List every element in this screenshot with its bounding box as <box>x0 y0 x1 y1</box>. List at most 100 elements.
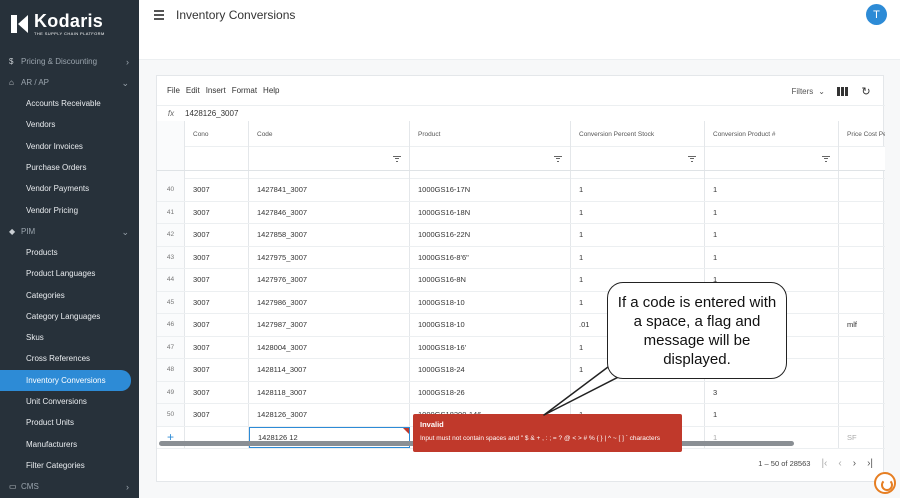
percent-cell[interactable]: 1 <box>571 179 705 201</box>
column-header-conversion-percent-stock[interactable]: Conversion Percent Stock <box>571 121 705 147</box>
filter-icon[interactable] <box>822 155 830 162</box>
conversion-cell[interactable]: 1 <box>705 224 839 246</box>
code-cell[interactable]: 1428126_3007 <box>249 404 410 426</box>
cono-cell[interactable]: 3007 <box>185 314 249 336</box>
conversion-cell[interactable]: 1 <box>705 404 839 426</box>
conversion-cell[interactable]: 1 <box>705 201 839 223</box>
menu-format[interactable]: Format <box>232 86 257 95</box>
column-header-price-cost-per[interactable]: Price Cost Per <box>839 121 885 147</box>
cono-cell[interactable]: 3007 <box>185 381 249 403</box>
column-header-code[interactable]: Code <box>249 121 410 147</box>
sidebar-item-filter-categories[interactable]: Filter Categories <box>0 455 139 476</box>
sidebar-item-inventory-conversions[interactable]: Inventory Conversions <box>0 369 131 391</box>
sidebar-item-purchase-orders[interactable]: Purchase Orders <box>0 157 139 178</box>
column-header-product[interactable]: Product <box>410 121 571 147</box>
sidebar-item-product-languages[interactable]: Product Languages <box>0 263 139 284</box>
percent-cell[interactable]: 1 <box>571 201 705 223</box>
cono-cell[interactable]: 3007 <box>185 359 249 381</box>
menu-file[interactable]: File <box>167 86 180 95</box>
product-cell[interactable]: 1000GS18-16' <box>410 336 571 358</box>
columns-icon[interactable] <box>835 84 849 98</box>
sidebar-item-vendor-invoices[interactable]: Vendor Invoices <box>0 136 139 157</box>
sidebar-item-products[interactable]: Products <box>0 242 139 263</box>
price-cell[interactable] <box>839 202 885 224</box>
table-row[interactable]: 43 3007 1427975_3007 1000GS16-8'6" 1 1 <box>157 246 885 269</box>
cono-cell[interactable]: 3007 <box>185 269 249 291</box>
code-cell[interactable]: 1427841_3007 <box>249 179 410 201</box>
conversion-cell[interactable]: 3 <box>705 381 839 403</box>
chat-icon[interactable] <box>874 472 896 494</box>
cono-cell[interactable]: 3007 <box>185 246 249 268</box>
sidebar-item-category-languages[interactable]: Category Languages <box>0 306 139 327</box>
code-cell[interactable]: 1428004_3007 <box>249 336 410 358</box>
price-cell[interactable] <box>839 247 885 269</box>
menu-help[interactable]: Help <box>263 86 279 95</box>
conversion-cell[interactable]: 1 <box>705 246 839 268</box>
next-page-icon[interactable]: › <box>853 458 856 469</box>
code-cell[interactable]: 1427986_3007 <box>249 291 410 313</box>
percent-cell[interactable]: 1 <box>571 246 705 268</box>
code-cell[interactable]: 1428118_3007 <box>249 381 410 403</box>
filter-icon[interactable] <box>554 155 562 162</box>
menu-insert[interactable]: Insert <box>206 86 226 95</box>
kodaris-logo[interactable]: Kodaris THE SUPPLY CHAIN PLATFORM <box>9 12 105 36</box>
sidebar-group-ar-ap[interactable]: ⌂ AR / AP ⌄ <box>0 72 139 93</box>
sidebar-item-unit-conversions[interactable]: Unit Conversions <box>0 391 139 412</box>
code-cell[interactable]: 1427846_3007 <box>249 201 410 223</box>
sidebar-group-pim[interactable]: ◆ PIM ⌄ <box>0 221 139 242</box>
filters-dropdown[interactable]: Filters ⌄ <box>792 87 825 96</box>
cono-cell[interactable]: 3007 <box>185 201 249 223</box>
product-cell[interactable]: 1000GS16-8'6" <box>410 246 571 268</box>
sidebar-group-pricing-discounting[interactable]: $ Pricing & Discounting › <box>0 51 139 72</box>
filter-icon[interactable] <box>688 155 696 162</box>
sidebar-group-cms[interactable]: ▭ CMS › <box>0 476 139 497</box>
menu-toggle-icon[interactable] <box>154 10 164 22</box>
cono-cell[interactable]: 3007 <box>185 224 249 246</box>
conversion-cell[interactable]: 1 <box>705 179 839 201</box>
code-cell[interactable]: 1427858_3007 <box>249 224 410 246</box>
filter-icon[interactable] <box>393 155 401 162</box>
price-cell[interactable] <box>839 337 885 359</box>
table-row[interactable]: 42 3007 1427858_3007 1000GS16-22N 1 1 <box>157 224 885 247</box>
code-cell[interactable]: 1427987_3007 <box>249 314 410 336</box>
sidebar-item-product-units[interactable]: Product Units <box>0 412 139 433</box>
last-page-icon[interactable]: ›| <box>867 458 873 469</box>
product-cell[interactable]: 1000GS18-10 <box>410 314 571 336</box>
sidebar-item-categories[interactable]: Categories <box>0 284 139 305</box>
cono-cell[interactable]: 3007 <box>185 404 249 426</box>
user-avatar[interactable]: T <box>866 4 887 25</box>
cono-cell[interactable]: 3007 <box>185 291 249 313</box>
price-cell[interactable] <box>839 292 885 314</box>
percent-cell[interactable]: 1 <box>571 224 705 246</box>
product-cell[interactable]: 1000GS16-22N <box>410 224 571 246</box>
table-row[interactable]: 4930071428118_30071000GS18-2613 <box>157 381 885 404</box>
sidebar-item-vendor-pricing[interactable]: Vendor Pricing <box>0 199 139 220</box>
product-cell[interactable]: 1000GS16-8N <box>410 269 571 291</box>
sidebar-item-manufacturers[interactable]: Manufacturers <box>0 433 139 454</box>
price-cell[interactable] <box>839 404 885 426</box>
price-cell[interactable] <box>839 269 885 291</box>
column-header-cono[interactable]: Cono <box>185 121 249 147</box>
prev-page-icon[interactable]: ‹ <box>838 458 841 469</box>
sidebar-item-cross-references[interactable]: Cross References <box>0 348 139 369</box>
product-cell[interactable]: 1000GS18-10 <box>410 291 571 313</box>
price-cell[interactable]: mlf <box>839 314 885 336</box>
code-cell[interactable]: 1427976_3007 <box>249 269 410 291</box>
formula-input[interactable]: 1428126_3007 <box>185 109 238 118</box>
refresh-icon[interactable]: ↻ <box>859 84 873 98</box>
table-row[interactable]: 41 3007 1427846_3007 1000GS16-18N 1 1 <box>157 201 885 224</box>
cono-cell[interactable]: 3007 <box>185 336 249 358</box>
table-row[interactable]: 40 3007 1427841_3007 1000GS16-17N 1 1 <box>157 179 885 202</box>
code-cell[interactable]: 1428114_3007 <box>249 359 410 381</box>
new-row-price-cell[interactable]: SF <box>839 427 885 449</box>
sidebar-item-vendors[interactable]: Vendors <box>0 114 139 135</box>
price-cell[interactable] <box>839 359 885 381</box>
column-header-conversion-product[interactable]: Conversion Product # <box>705 121 839 147</box>
price-cell[interactable] <box>839 382 885 404</box>
product-cell[interactable]: 1000GS16-18N <box>410 201 571 223</box>
product-cell[interactable]: 1000GS16-17N <box>410 179 571 201</box>
sidebar-item-skus[interactable]: Skus <box>0 327 139 348</box>
price-cell[interactable] <box>839 179 885 201</box>
cono-cell[interactable]: 3007 <box>185 179 249 201</box>
sidebar-item-vendor-payments[interactable]: Vendor Payments <box>0 178 139 199</box>
